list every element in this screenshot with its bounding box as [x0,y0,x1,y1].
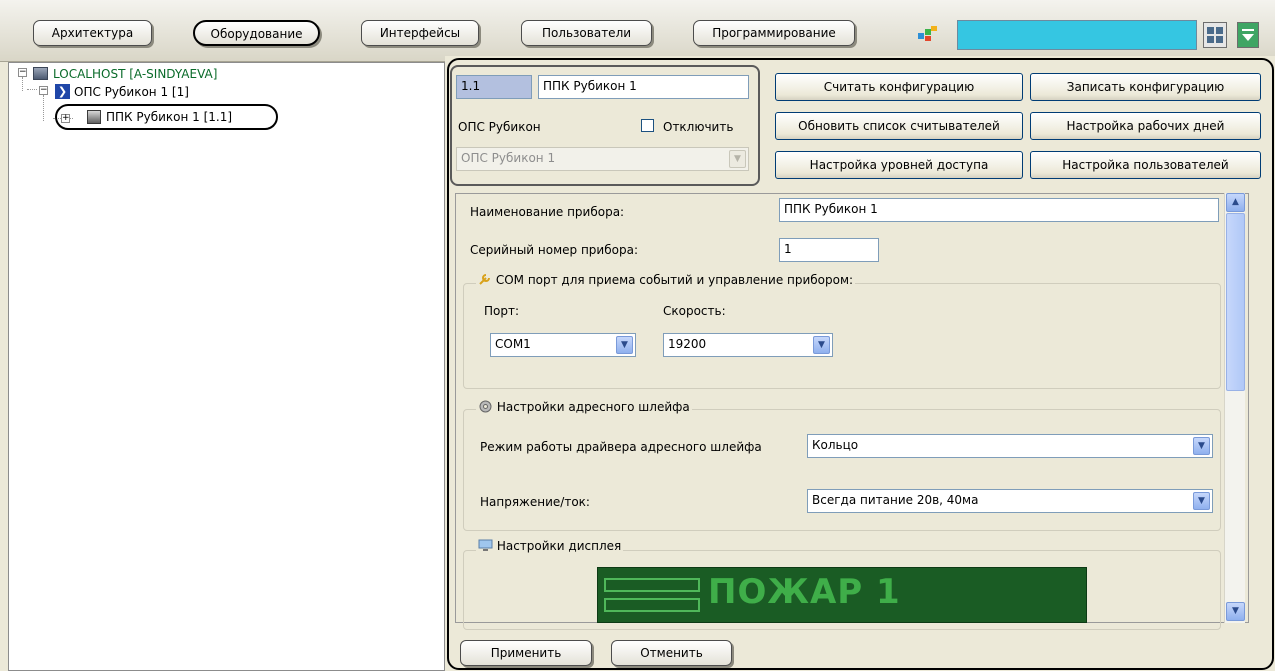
display-text: ПОЖАР 1 [708,572,901,612]
display-segment [604,578,700,592]
display-settings-group-title: Настройки дисплея [476,539,624,553]
speed-select[interactable]: 19200 ▼ [663,333,833,357]
tab-architecture[interactable]: Архитектура [33,20,152,46]
read-config-button[interactable]: Считать конфигурацию [775,73,1023,101]
layout-grid-button[interactable] [1203,22,1227,48]
display-settings-group-label: Настройки дисплея [496,539,622,553]
tab-interfaces[interactable]: Интерфейсы [361,20,479,46]
tab-users[interactable]: Пользователи [521,20,652,46]
grid-icon [1207,27,1223,43]
tab-programming[interactable]: Программирование [693,20,855,46]
write-config-button[interactable]: Записать конфигурацию [1030,73,1261,101]
speed-label: Скорость: [663,304,726,318]
voltage-select[interactable]: Всегда питание 20в, 40ма ▼ [807,489,1213,513]
top-toolbar: Архитектура Оборудование Интерфейсы Поль… [0,0,1275,62]
object-tree: − LOCALHOST [A-SINDYAEVA] − ❯ ОПС Рубико… [8,62,445,671]
computer-icon [33,67,48,80]
port-label: Порт: [484,304,520,318]
serial-label: Серийный номер прибора: [470,243,638,257]
chevron-down-icon: ▼ [729,150,746,168]
loop-mode-label: Режим работы драйвера адресного шлейфа [480,440,762,454]
users-settings-button[interactable]: Настройка пользователей [1030,151,1261,179]
address-loop-group-label: Настройки адресного шлейфа [496,400,690,414]
parent-select[interactable]: ОПС Рубикон 1 ▼ [456,147,749,171]
tab-equipment[interactable]: Оборудование [193,20,320,46]
monitor-icon [478,539,493,551]
loop-mode-select[interactable]: Кольцо ▼ [807,434,1213,458]
device-name-input[interactable]: ППК Рубикон 1 [779,198,1219,222]
disable-checkbox[interactable] [641,119,654,132]
access-levels-button[interactable]: Настройка уровней доступа [775,151,1023,179]
cancel-button[interactable]: Отменить [611,640,732,666]
selection-highlight [55,104,278,130]
chevron-down-icon: ▼ [616,336,633,354]
scroll-down-icon[interactable]: ▼ [1226,602,1245,621]
address-loop-group-title: Настройки адресного шлейфа [476,399,692,414]
tree-collapse-host[interactable]: − [18,68,27,77]
com-port-group-label: COM порт для приема событий и управление… [495,273,854,287]
display-preview: ПОЖАР 1 [597,567,1087,623]
ops-device-icon: ❯ [55,84,70,99]
parent-type-label: ОПС Рубикон [458,120,541,134]
chevron-down-icon: ▼ [813,336,830,354]
serial-input[interactable]: 1 [779,238,879,262]
object-id-field[interactable]: 1.1 [456,75,532,99]
device-name-label: Наименование прибора: [470,205,625,219]
tree-item-localhost[interactable]: LOCALHOST [A-SINDYAEVA] [53,66,217,82]
tree-item-ops-rubikon[interactable]: ОПС Рубикон 1 [1] [74,84,189,100]
gear-icon [479,400,492,413]
object-name-field[interactable]: ППК Рубикон 1 [538,75,749,99]
app-logo-icon [918,26,937,41]
scrollbar-thumb[interactable] [1226,213,1245,391]
collapse-button[interactable] [1237,22,1259,48]
update-readers-button[interactable]: Обновить список считывателей [775,112,1023,140]
parent-select-value: ОПС Рубикон 1 [461,151,556,165]
disable-label: Отключить [663,120,734,134]
chevron-down-icon: ▼ [1193,492,1210,510]
search-field[interactable] [957,20,1197,50]
wrench-icon [479,274,490,285]
voltage-label: Напряжение/ток: [480,495,590,509]
display-segment [604,598,700,612]
speed-select-value: 19200 [668,337,707,351]
settings-scrollbar[interactable]: ▲ ▼ [1224,193,1245,623]
voltage-select-value: Всегда питание 20в, 40ма [812,493,979,507]
port-select[interactable]: COM1 ▼ [490,333,636,357]
chevron-down-icon [1242,29,1254,41]
apply-button[interactable]: Применить [460,640,592,666]
chevron-down-icon: ▼ [1193,437,1210,455]
scroll-up-icon[interactable]: ▲ [1226,193,1245,212]
loop-mode-select-value: Кольцо [812,438,859,452]
port-select-value: COM1 [495,337,531,351]
com-port-group-title: COM порт для приема событий и управление… [476,272,856,287]
tree-collapse-ops[interactable]: − [39,86,48,95]
workdays-button[interactable]: Настройка рабочих дней [1030,112,1261,140]
